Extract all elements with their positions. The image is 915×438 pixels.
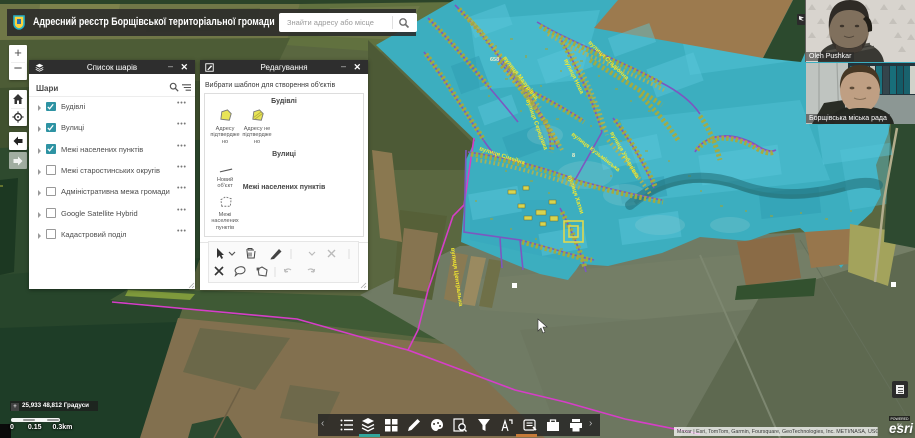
svg-text:8: 8 [572,153,575,159]
svg-text:658: 658 [490,57,499,63]
